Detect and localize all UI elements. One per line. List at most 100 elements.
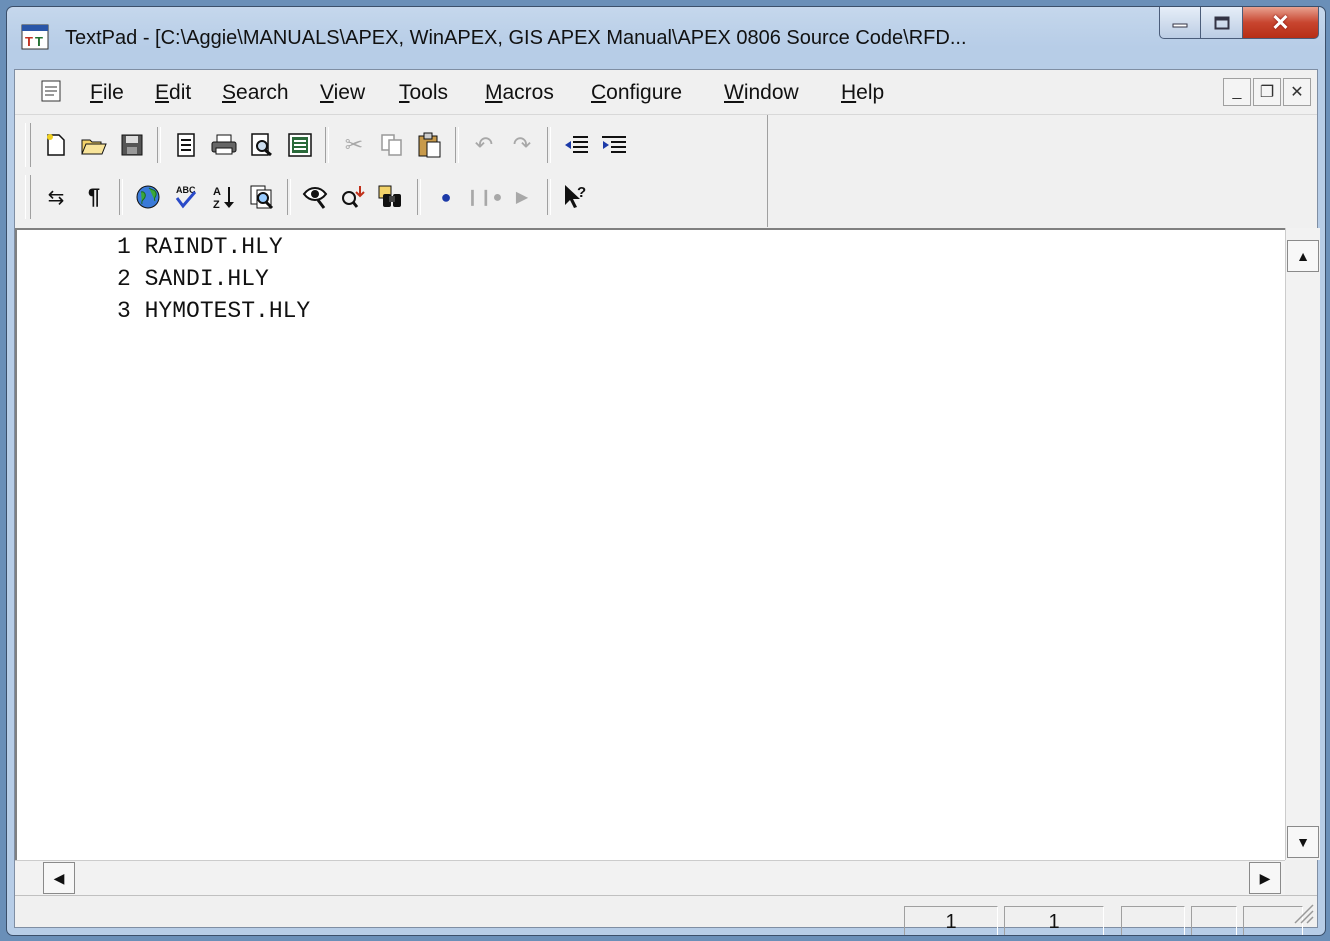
- play-icon: ▶: [515, 189, 529, 206]
- copy-icon: [381, 134, 402, 156]
- indent-icon: [602, 136, 626, 153]
- toolbar-separator: [119, 179, 123, 215]
- text-editor[interactable]: 1 RAINDT.HLY 2 SANDI.HLY 3 HYMOTEST.HLY: [15, 228, 1285, 860]
- menu-file[interactable]: File: [90, 81, 124, 105]
- textpad-app-icon[interactable]: T T: [21, 24, 49, 50]
- copy-button[interactable]: [373, 126, 411, 164]
- arrow-left-icon: ◀: [53, 869, 65, 886]
- paste-button[interactable]: [411, 126, 449, 164]
- close-icon: ✕: [1290, 84, 1304, 101]
- pause-macro-button[interactable]: ❙❙●: [465, 178, 503, 216]
- help-pointer-icon: ?: [565, 184, 586, 208]
- status-column-number: 1: [1004, 906, 1104, 935]
- find-in-files-button[interactable]: [373, 178, 411, 216]
- status-bar: 1 1: [15, 895, 1317, 935]
- close-button[interactable]: ✕: [1243, 7, 1319, 39]
- menu-bar: File Edit Search View Tools Macros Confi…: [15, 70, 1317, 115]
- find-button[interactable]: [297, 178, 335, 216]
- toolbar-grip[interactable]: [25, 123, 31, 167]
- menu-tools[interactable]: Tools: [399, 81, 448, 105]
- doc-close-button[interactable]: ✕: [1283, 78, 1311, 106]
- play-macro-button[interactable]: ▶: [503, 178, 541, 216]
- svg-text:T: T: [35, 34, 43, 49]
- svg-text:Z: Z: [213, 199, 220, 210]
- replace-button[interactable]: [335, 178, 373, 216]
- scroll-right-button[interactable]: ▶: [1249, 862, 1281, 894]
- clipboard-icon: [418, 132, 441, 158]
- vertical-scrollbar[interactable]: ▲ ▼: [1285, 228, 1320, 860]
- textpad-window: T T TextPad - [C:\Aggie\MANUALS\APEX, Wi…: [6, 6, 1326, 936]
- client-area: File Edit Search View Tools Macros Confi…: [14, 69, 1320, 935]
- pilcrow-icon: ¶: [87, 184, 101, 209]
- open-folder-icon: [81, 139, 107, 155]
- word-wrap-icon: ⇆: [47, 186, 65, 209]
- context-help-button[interactable]: ?: [557, 178, 595, 216]
- toolbar-grip[interactable]: [25, 175, 31, 219]
- maximize-button[interactable]: [1201, 7, 1243, 39]
- web-browser-button[interactable]: [129, 178, 167, 216]
- menu-window[interactable]: Window: [724, 81, 799, 105]
- doc-minimize-button[interactable]: _: [1223, 78, 1251, 106]
- arrow-down-icon: ▼: [1296, 834, 1310, 850]
- increase-indent-button[interactable]: [595, 126, 633, 164]
- spelling-button[interactable]: ABC: [167, 178, 205, 216]
- toolbar-separator: [287, 179, 291, 215]
- decrease-indent-button[interactable]: [557, 126, 595, 164]
- resize-grip-icon[interactable]: [1291, 901, 1315, 925]
- toolbar: ✂ ↶ ↷ ⇆ ¶ ABC AZ ● ❙❙● ▶ ?: [15, 115, 768, 227]
- print-preview-icon: [251, 133, 272, 157]
- menu-search[interactable]: Search: [222, 81, 289, 105]
- new-file-button[interactable]: [37, 126, 75, 164]
- undo-button[interactable]: ↶: [465, 126, 503, 164]
- restore-icon: ❐: [1259, 84, 1275, 101]
- document-icon: [177, 133, 195, 157]
- save-button[interactable]: [113, 126, 151, 164]
- cut-button[interactable]: ✂: [335, 126, 373, 164]
- svg-text:T: T: [25, 34, 33, 49]
- toolbar-separator: [547, 127, 551, 163]
- replace-icon: [342, 186, 365, 208]
- window-controls: ✕: [1159, 7, 1319, 39]
- new-file-icon: [47, 134, 65, 156]
- open-file-button[interactable]: [75, 126, 113, 164]
- pause-record-icon: ❙❙●: [465, 189, 503, 206]
- minimize-button[interactable]: [1159, 7, 1201, 39]
- arrow-up-icon: ▲: [1296, 248, 1310, 264]
- window-list-icon: [288, 133, 312, 157]
- word-wrap-button[interactable]: ⇆: [37, 178, 75, 216]
- outdent-icon: [565, 136, 588, 153]
- save-icon: [121, 134, 143, 156]
- search-toolbar: ⇆ ¶ ABC AZ ● ❙❙● ▶ ?: [25, 171, 595, 223]
- doc-restore-button[interactable]: ❐: [1253, 78, 1281, 106]
- menu-configure[interactable]: Configure: [591, 81, 682, 105]
- document-icon[interactable]: [41, 80, 61, 102]
- maximize-icon: [1214, 16, 1229, 29]
- toolbar-separator: [157, 127, 161, 163]
- status-panel: [1191, 906, 1237, 935]
- horizontal-scrollbar[interactable]: ◀ ▶: [15, 860, 1285, 895]
- title-bar[interactable]: T T TextPad - [C:\Aggie\MANUALS\APEX, Wi…: [7, 7, 1325, 69]
- eye-search-icon: [302, 187, 328, 209]
- sort-button[interactable]: AZ: [205, 178, 243, 216]
- document-selector-button[interactable]: [281, 126, 319, 164]
- show-formatting-button[interactable]: ¶: [75, 178, 113, 216]
- svg-text:?: ?: [577, 184, 586, 201]
- menu-view[interactable]: View: [320, 81, 365, 105]
- printer-icon: [211, 134, 237, 155]
- print-button[interactable]: [205, 126, 243, 164]
- spell-check-icon: ABC: [175, 185, 197, 209]
- document-properties-button[interactable]: [167, 126, 205, 164]
- menu-macros[interactable]: Macros: [485, 81, 554, 105]
- menu-edit[interactable]: Edit: [155, 81, 191, 105]
- record-macro-button[interactable]: ●: [427, 178, 465, 216]
- toolbar-separator: [455, 127, 459, 163]
- compare-files-button[interactable]: [243, 178, 281, 216]
- print-preview-button[interactable]: [243, 126, 281, 164]
- menu-help[interactable]: Help: [841, 81, 884, 105]
- scroll-down-button[interactable]: ▼: [1287, 826, 1319, 858]
- scroll-left-button[interactable]: ◀: [43, 862, 75, 894]
- editor-line: 1 RAINDT.HLY: [117, 234, 283, 260]
- toolbar-separator: [325, 127, 329, 163]
- redo-button[interactable]: ↷: [503, 126, 541, 164]
- scroll-up-button[interactable]: ▲: [1287, 240, 1319, 272]
